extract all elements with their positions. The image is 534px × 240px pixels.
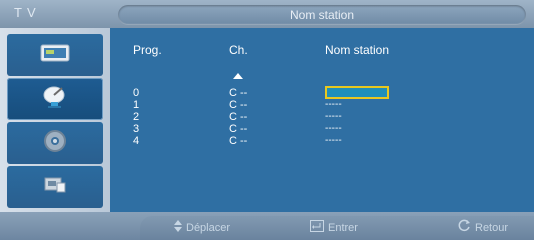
enter-icon	[310, 219, 324, 237]
row-name: -----	[325, 111, 342, 122]
row-prog: 1	[133, 99, 140, 111]
picture-icon	[40, 43, 70, 68]
row-prog: 2	[133, 111, 140, 123]
setup-gear-icon	[42, 128, 68, 159]
tv-menu-screen: TV Nom station Prog. Ch. Nom station 0 C…	[0, 0, 534, 240]
column-header-name: Nom station	[325, 43, 390, 57]
title-pill: Nom station	[118, 5, 526, 25]
footer-bar: Déplacer Entrer Retour	[0, 212, 534, 240]
row-name: -----	[325, 123, 342, 134]
tv-label: TV	[14, 5, 41, 20]
header-bar: TV Nom station	[0, 0, 534, 28]
sidebar-item-input[interactable]	[7, 166, 103, 208]
sort-up-arrow-icon	[233, 66, 243, 84]
return-icon	[458, 219, 471, 237]
row-name: -----	[325, 99, 342, 110]
row-prog: 0	[133, 87, 140, 99]
up-down-arrows-icon	[174, 219, 182, 237]
sidebar	[0, 28, 110, 212]
row-ch: C --	[229, 111, 248, 123]
move-hint: Déplacer	[174, 219, 230, 237]
row-prog: 3	[133, 123, 140, 135]
sidebar-item-channel[interactable]	[7, 78, 103, 120]
enter-hint: Entrer	[310, 219, 358, 237]
input-icon	[43, 175, 67, 200]
footer-hints: Déplacer Entrer Retour	[140, 216, 534, 240]
satellite-dish-icon	[40, 84, 70, 115]
row-prog: 4	[133, 135, 140, 147]
row-ch: C --	[229, 87, 248, 99]
station-name-input[interactable]	[325, 86, 389, 99]
row-ch: C --	[229, 99, 248, 111]
column-header-prog: Prog.	[133, 43, 162, 57]
row-name: -----	[325, 135, 342, 146]
column-header-ch: Ch.	[229, 43, 248, 57]
row-ch: C --	[229, 123, 248, 135]
back-hint: Retour	[458, 219, 508, 237]
row-ch: C --	[229, 135, 248, 147]
page-title: Nom station	[289, 8, 355, 22]
sidebar-item-setup[interactable]	[7, 122, 103, 164]
sidebar-item-picture[interactable]	[7, 34, 103, 76]
